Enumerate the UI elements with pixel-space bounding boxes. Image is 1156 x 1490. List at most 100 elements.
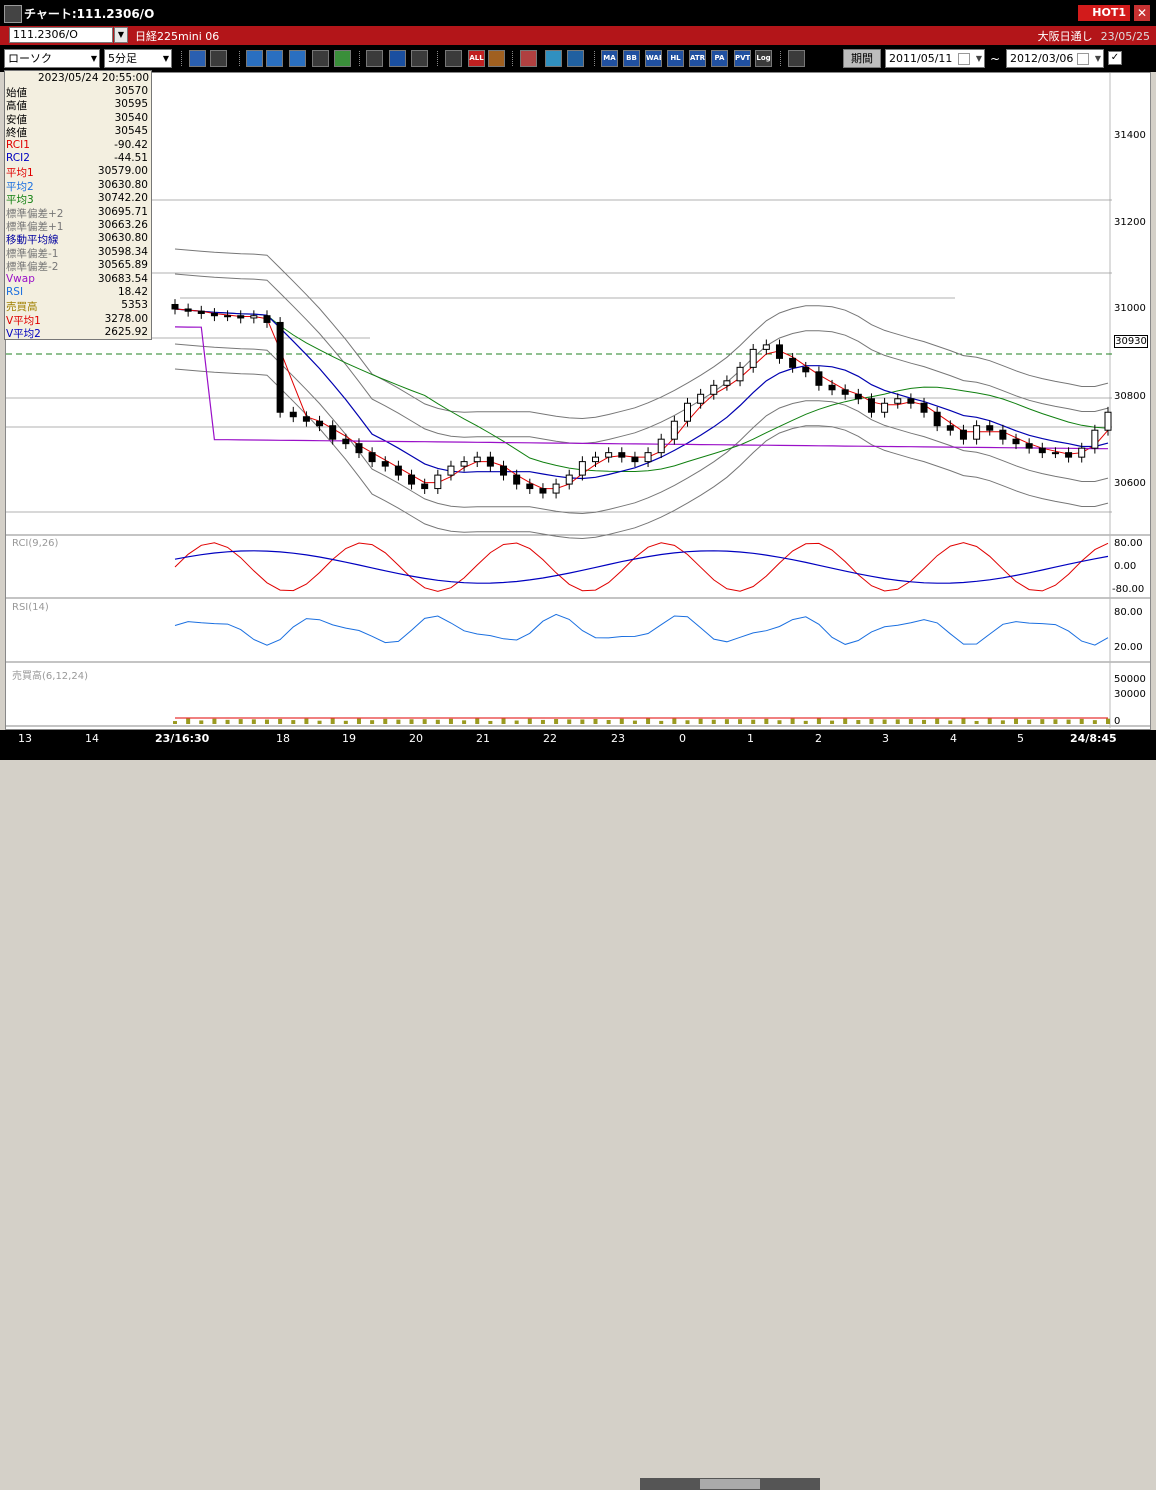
candle-body (1038, 447, 1046, 454)
candle-body (486, 456, 494, 467)
horizontal-scrollbar[interactable] (640, 1478, 820, 1490)
time-axis-label: 23 (611, 732, 625, 745)
scrollbar-thumb[interactable] (700, 1479, 760, 1489)
volume-bar (173, 721, 177, 724)
volume-bar (527, 718, 532, 724)
candle-body (723, 380, 731, 386)
candle-body (197, 310, 205, 314)
candle-body (289, 411, 297, 418)
volume-bar (317, 720, 322, 724)
volume-bar (1066, 719, 1071, 724)
current-price-box: 30930 (1114, 335, 1148, 348)
candle-body (946, 425, 954, 431)
volume-bar (396, 719, 401, 724)
volume-bar (987, 718, 992, 724)
candle-body (434, 474, 442, 490)
candle-body (920, 402, 928, 413)
candle-body (552, 483, 560, 494)
volume-bar (869, 718, 874, 724)
volume-bar (383, 718, 388, 724)
ma2-line (174, 308, 1109, 480)
volume-bar (606, 719, 611, 724)
data-window-value: 30683.54 (97, 272, 148, 285)
data-window-row: 安値 30540 (5, 112, 151, 126)
candle-body (408, 474, 416, 485)
candle-body (1091, 429, 1099, 449)
data-window-value: 30598.34 (97, 245, 148, 258)
candle-body (526, 483, 534, 490)
chart-svg[interactable] (0, 0, 1156, 760)
data-window-value: 30570 (114, 85, 148, 97)
candle-body (171, 303, 179, 310)
candle-body (1025, 443, 1033, 449)
candle-body (447, 465, 455, 476)
rsi-axis-tick: 20.00 (1114, 642, 1143, 653)
data-window-row: 平均2 30630.80 (5, 179, 151, 193)
price-axis-tick: 31200 (1114, 217, 1146, 228)
volume-bar (632, 720, 637, 724)
candle-body (263, 315, 271, 323)
data-window-value: 30595 (114, 98, 148, 111)
candle-body (631, 456, 639, 463)
price-axis-tick: 31400 (1114, 130, 1146, 141)
candle-body (473, 456, 481, 463)
candle-body (670, 420, 678, 440)
time-axis-label: 23/16:30 (155, 732, 210, 745)
volume-axis-tick: 50000 (1114, 674, 1146, 685)
data-window-row: 標準偏差+2 30695.71 (5, 206, 151, 220)
volume-bar (659, 720, 664, 724)
data-window-value: 3278.00 (104, 312, 148, 325)
volume-bar (619, 718, 624, 724)
volume-bar (278, 718, 283, 724)
volume-bar (1014, 718, 1019, 724)
time-axis-label: 18 (276, 732, 290, 745)
bollinger-band-line (174, 273, 1109, 445)
data-window-key: RSI (6, 286, 24, 298)
candle-body (342, 438, 350, 445)
candle-body (605, 452, 613, 458)
candle-body (841, 389, 849, 395)
data-window-row: 始値 30570 (5, 85, 151, 99)
candle-body (762, 344, 770, 350)
candle-body (697, 393, 705, 404)
volume-bar (1079, 718, 1084, 724)
candle-body (894, 398, 902, 404)
candle-body (867, 398, 875, 413)
volume-bar (948, 720, 953, 724)
volume-bar (843, 718, 848, 724)
data-window-row: 標準偏差-2 30565.89 (5, 259, 151, 273)
volume-bar (343, 720, 348, 724)
candle-body (1065, 452, 1073, 458)
bollinger-band-line (174, 368, 1109, 540)
volume-bar (672, 718, 677, 724)
volume-bar (1000, 720, 1005, 724)
data-window-key: Vwap (6, 272, 35, 285)
volume-bar (370, 720, 375, 724)
candle-body (302, 416, 310, 422)
candle-body (539, 488, 547, 494)
volume-bar (251, 719, 256, 724)
data-window-row: RSI 18.42 (5, 286, 151, 299)
rci-axis-tick: -80.00 (1112, 584, 1145, 595)
candle-body (736, 366, 744, 382)
candle-body (815, 371, 823, 386)
data-window-row: 標準偏差-1 30598.34 (5, 245, 151, 260)
volume-bar (922, 719, 927, 724)
volume-bar (856, 720, 861, 724)
volume-bar (422, 719, 427, 724)
price-axis-tick: 31000 (1114, 303, 1146, 314)
data-window-row: 標準偏差+1 30663.26 (5, 219, 151, 233)
volume-bar (199, 720, 204, 724)
volume-bar (646, 718, 651, 724)
data-window-row: Vwap 30683.54 (5, 273, 151, 286)
candle-body (578, 461, 586, 476)
volume-bar (751, 719, 756, 724)
volume-bar (238, 719, 243, 724)
candle-body (394, 465, 402, 476)
candle-body (237, 315, 245, 319)
candle-body (933, 411, 941, 427)
volume-bar (790, 718, 795, 724)
volume-axis-tick: 0 (1114, 716, 1121, 727)
volume-bar (448, 718, 453, 724)
volume-bar (330, 718, 335, 724)
